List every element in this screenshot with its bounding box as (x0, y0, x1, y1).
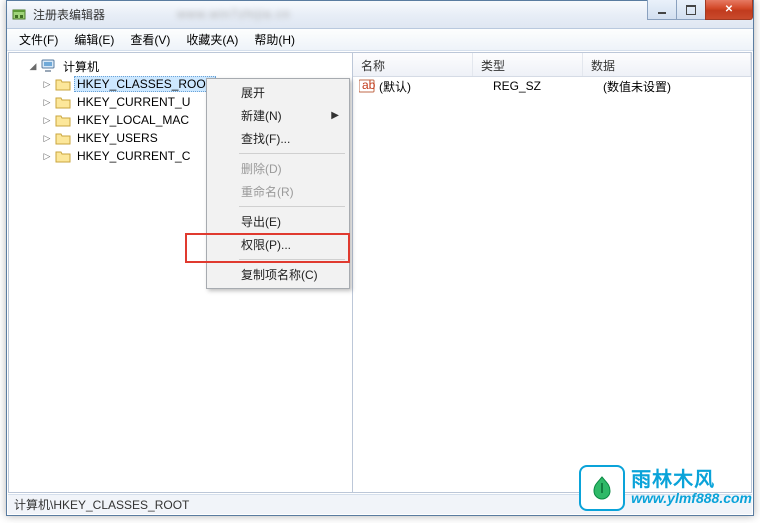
folder-icon (55, 131, 71, 145)
tree-item-label: HKEY_CURRENT_C (74, 148, 193, 164)
cm-export[interactable]: 导出(E) (209, 210, 347, 233)
cm-new-label: 新建(N) (241, 107, 282, 124)
list-header: 名称 类型 数据 (353, 53, 751, 77)
tree-item-label: HKEY_USERS (74, 130, 161, 146)
value-data: (数值未设置) (603, 78, 751, 95)
cm-find[interactable]: 查找(F)... (209, 127, 347, 150)
status-path: 计算机\HKEY_CLASSES_ROOT (14, 496, 189, 513)
watermark-logo-icon (579, 465, 625, 511)
cm-copy-key-name[interactable]: 复制项名称(C) (209, 263, 347, 286)
column-name[interactable]: 名称 (353, 53, 473, 76)
folder-icon (55, 77, 71, 91)
list-body: ab (默认) REG_SZ (数值未设置) (353, 77, 751, 492)
registry-editor-window: 注册表编辑器 www.win7zhijia.cn 文件(F) 编辑(E) 查看(… (6, 0, 754, 516)
window-controls (648, 0, 753, 20)
list-row[interactable]: ab (默认) REG_SZ (数值未设置) (353, 77, 751, 95)
titlebar[interactable]: 注册表编辑器 www.win7zhijia.cn (7, 1, 753, 29)
close-button[interactable] (705, 0, 753, 20)
menu-file[interactable]: 文件(F) (11, 29, 66, 50)
menu-help[interactable]: 帮助(H) (246, 29, 303, 50)
expand-icon[interactable]: ▷ (41, 150, 53, 162)
computer-icon (41, 59, 57, 73)
separator (239, 259, 345, 260)
menu-edit[interactable]: 编辑(E) (66, 29, 122, 50)
expand-icon[interactable]: ▷ (41, 132, 53, 144)
minimize-button[interactable] (647, 0, 677, 20)
context-menu: 展开 新建(N) ▶ 查找(F)... 删除(D) 重命名(R) 导出(E) 权限… (206, 78, 350, 289)
expand-icon[interactable]: ▷ (41, 96, 53, 108)
values-pane[interactable]: 名称 类型 数据 ab (默认) REG_SZ (数值未设置) (353, 52, 752, 493)
cm-delete: 删除(D) (209, 157, 347, 180)
expand-icon[interactable]: ▷ (41, 114, 53, 126)
submenu-arrow-icon: ▶ (331, 110, 339, 121)
menu-view[interactable]: 查看(V) (122, 29, 178, 50)
app-icon (11, 7, 27, 23)
folder-icon (55, 149, 71, 163)
cm-new[interactable]: 新建(N) ▶ (209, 104, 347, 127)
watermark-cn: 雨林木风 (631, 469, 752, 491)
value-type: REG_SZ (493, 79, 603, 93)
tree-root-label: 计算机 (60, 57, 102, 76)
maximize-button[interactable] (676, 0, 706, 20)
folder-icon (55, 113, 71, 127)
string-value-icon: ab (359, 79, 375, 93)
separator (239, 206, 345, 207)
menubar: 文件(F) 编辑(E) 查看(V) 收藏夹(A) 帮助(H) (7, 29, 753, 51)
cm-expand[interactable]: 展开 (209, 81, 347, 104)
svg-text:ab: ab (362, 79, 375, 92)
tree-item-label: HKEY_CLASSES_ROOT (74, 76, 216, 92)
watermark-text: 雨林木风 www.ylmf888.com (631, 469, 752, 506)
expand-icon[interactable]: ▷ (41, 78, 53, 90)
folder-icon (55, 95, 71, 109)
column-type[interactable]: 类型 (473, 53, 583, 76)
tree-item-label: HKEY_CURRENT_U (74, 94, 193, 110)
separator (239, 153, 345, 154)
watermark-url: www.ylmf888.com (631, 491, 752, 506)
watermark: 雨林木风 www.ylmf888.com (579, 465, 752, 511)
value-name: (默认) (379, 78, 493, 95)
cm-permissions[interactable]: 权限(P)... (209, 233, 347, 256)
cm-rename: 重命名(R) (209, 180, 347, 203)
content-area: ◢ 计算机 ▷ HKEY_CLASSES_ROOT ▷ HKEY_CURRENT… (8, 52, 752, 493)
blurred-text: www.win7zhijia.cn (177, 7, 437, 23)
collapse-icon[interactable]: ◢ (27, 60, 39, 72)
menu-favorites[interactable]: 收藏夹(A) (178, 29, 246, 50)
column-data[interactable]: 数据 (583, 53, 751, 76)
tree-item-label: HKEY_LOCAL_MAC (74, 112, 192, 128)
tree-root[interactable]: ◢ 计算机 (13, 57, 352, 75)
